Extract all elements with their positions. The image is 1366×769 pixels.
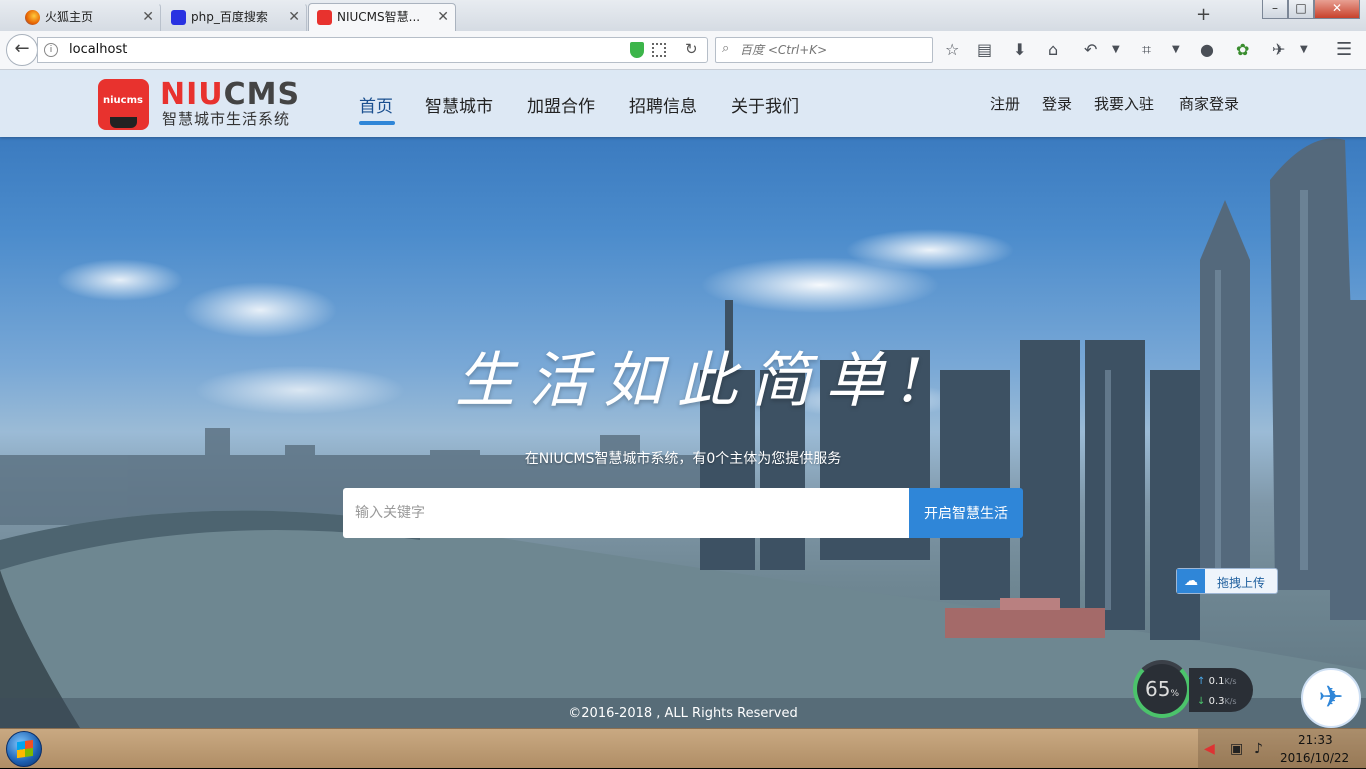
nav-home[interactable]: 首页 xyxy=(359,92,393,117)
download-rate: 0.3 xyxy=(1208,696,1225,707)
url-text[interactable]: localhost xyxy=(69,42,127,57)
cloud-upload-icon: ☁ xyxy=(1177,569,1205,593)
qr-code-icon[interactable] xyxy=(652,43,666,57)
tab-label: 火狐主页 xyxy=(45,10,94,24)
tab-baidu-search[interactable]: php_百度搜索 ✕ xyxy=(162,3,307,31)
rate-unit: K/s xyxy=(1224,697,1237,706)
clock-time[interactable]: 21:33 xyxy=(1298,733,1333,747)
security-shield-icon[interactable] xyxy=(630,42,644,58)
tab-label: php_百度搜索 xyxy=(191,10,268,24)
close-tab-icon[interactable]: ✕ xyxy=(288,4,300,30)
browser-search-input[interactable] xyxy=(740,41,925,59)
chevron-down-icon[interactable]: ▼ xyxy=(1172,40,1180,60)
start-smart-life-button[interactable]: 开启智慧生活 xyxy=(909,488,1023,538)
meter-percent: 65 xyxy=(1144,677,1171,701)
chevron-down-icon[interactable]: ▼ xyxy=(1112,40,1120,60)
network-speed-meter[interactable]: 65% ↑ 0.1K/s ↓ 0.3K/s xyxy=(1133,660,1253,720)
logo-wordmark[interactable]: NIUCMS xyxy=(160,77,300,112)
start-button[interactable] xyxy=(6,731,42,767)
drag-upload-widget[interactable]: ☁ 拖拽上传 xyxy=(1176,568,1278,594)
address-bar[interactable]: i localhost ↻ xyxy=(37,37,708,63)
cpu-percent-ring: 65% xyxy=(1133,660,1191,718)
active-nav-indicator xyxy=(359,121,395,125)
browser-search-box[interactable]: ⌕ xyxy=(715,37,933,63)
chat-icon[interactable]: ● xyxy=(1200,40,1214,60)
tab-firefox-home[interactable]: 火狐主页 ✕ xyxy=(16,3,161,31)
bookmark-star-icon[interactable]: ☆ xyxy=(945,40,959,60)
login-link[interactable]: 登录 xyxy=(1042,93,1072,114)
merchant-join-link[interactable]: 我要入驻 xyxy=(1094,93,1154,114)
drag-upload-label: 拖拽上传 xyxy=(1217,576,1266,590)
windows-logo-icon xyxy=(17,739,33,759)
new-tab-button[interactable]: + xyxy=(1196,4,1211,25)
logo-subtitle: 智慧城市生活系统 xyxy=(162,110,291,128)
niucms-favicon-icon xyxy=(317,10,332,25)
close-tab-icon[interactable]: ✕ xyxy=(142,4,154,30)
search-icon: ⌕ xyxy=(722,41,730,56)
tab-label: NIUCMS智慧... xyxy=(337,10,421,24)
keyword-search-input[interactable] xyxy=(343,488,909,538)
nav-smart-city[interactable]: 智慧城市 xyxy=(425,92,493,117)
network-icon[interactable]: ▣ xyxy=(1230,741,1243,757)
nav-franchise[interactable]: 加盟合作 xyxy=(527,92,595,117)
baidu-paw-icon xyxy=(171,10,186,25)
register-link[interactable]: 注册 xyxy=(990,93,1020,114)
hero-subtitle: 在NIUCMS智慧城市系统，有0个主体为您提供服务 xyxy=(524,451,842,467)
arrow-down-icon: ↓ xyxy=(1197,696,1206,707)
firefox-icon xyxy=(25,10,40,25)
minimize-button[interactable]: – xyxy=(1262,0,1288,19)
home-icon[interactable]: ⌂ xyxy=(1048,40,1058,60)
tab-niucms[interactable]: NIUCMS智慧... ✕ xyxy=(308,3,456,31)
nav-about-us[interactable]: 关于我们 xyxy=(731,92,799,117)
nav-recruitment[interactable]: 招聘信息 xyxy=(629,92,697,117)
arrow-left-icon: ← xyxy=(14,38,30,59)
chevron-down-icon[interactable]: ▼ xyxy=(1300,40,1308,60)
undo-icon[interactable]: ↶ xyxy=(1084,40,1097,60)
extension-icon[interactable]: ✿ xyxy=(1236,40,1249,60)
site-header: niucms NIUCMS 智慧城市生活系统 首页 智慧城市 加盟合作 招聘信息… xyxy=(0,70,1366,137)
hero-slogan: 生活如此简单! xyxy=(455,346,938,416)
merchant-login-link[interactable]: 商家登录 xyxy=(1179,93,1239,114)
browser-tab-strip: 火狐主页 ✕ php_百度搜索 ✕ NIUCMS智慧... ✕ + – □ ✕ xyxy=(0,0,1366,31)
speaker-muted-icon[interactable]: ◀ xyxy=(1204,741,1215,757)
clock-date[interactable]: 2016/10/22 xyxy=(1280,751,1349,765)
page-viewport: niucms NIUCMS 智慧城市生活系统 首页 智慧城市 加盟合作 招聘信息… xyxy=(0,70,1366,728)
crop-icon[interactable]: ⌗ xyxy=(1142,40,1151,60)
browser-nav-bar: ← i localhost ↻ ⌕ ☆ ▤ ⬇ ⌂ ↶ ▼ ⌗ ▼ ● ✿ ✈ … xyxy=(0,31,1366,70)
download-rate-row: ↓ 0.3K/s xyxy=(1197,692,1253,712)
mouse-gesture-icon[interactable]: ✈ xyxy=(1272,40,1285,60)
logo-badge-text: niucms xyxy=(103,95,143,106)
maximize-button[interactable]: □ xyxy=(1288,0,1314,19)
rate-unit: K/s xyxy=(1224,677,1237,686)
close-window-button[interactable]: ✕ xyxy=(1314,0,1360,19)
upload-rate: 0.1 xyxy=(1208,676,1225,687)
site-info-icon[interactable]: i xyxy=(44,43,58,57)
logo-word-red: NIU xyxy=(160,77,224,112)
back-button[interactable]: ← xyxy=(6,34,38,66)
volume-icon[interactable]: ♪ xyxy=(1254,741,1263,757)
meter-percent-unit: % xyxy=(1170,689,1179,699)
reload-icon[interactable]: ↻ xyxy=(685,40,698,58)
upload-rate-row: ↑ 0.1K/s xyxy=(1197,672,1253,692)
menu-icon[interactable]: ☰ xyxy=(1336,40,1352,60)
reader-icon[interactable]: ▤ xyxy=(977,40,992,60)
niucms-logo-icon[interactable]: niucms xyxy=(98,79,149,130)
meter-rates: ↑ 0.1K/s ↓ 0.3K/s xyxy=(1189,668,1253,712)
windows-taskbar: ◀ ▣ ♪ 21:33 2016/10/22 xyxy=(0,728,1366,769)
logo-word-gray: CMS xyxy=(223,77,301,112)
arrow-up-icon: ↑ xyxy=(1197,676,1206,687)
logo-eyes xyxy=(110,117,137,128)
download-icon[interactable]: ⬇ xyxy=(1013,40,1026,60)
close-tab-icon[interactable]: ✕ xyxy=(437,4,449,30)
paper-plane-assistant-icon[interactable]: ✈ xyxy=(1301,668,1361,728)
